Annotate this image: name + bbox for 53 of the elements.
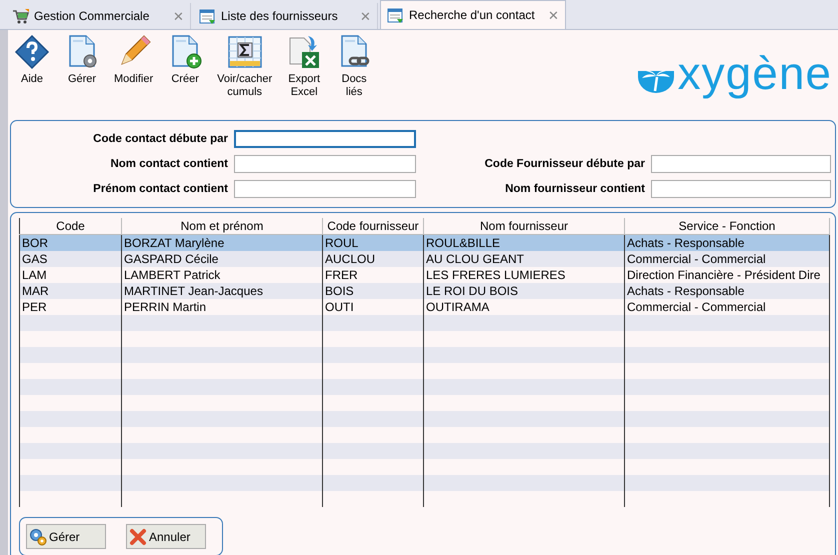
table-cell: GASPARD Cécile — [122, 251, 322, 267]
table-cell: ROUL&BILLE — [424, 234, 624, 251]
gears-icon — [29, 528, 47, 546]
cancel-button[interactable]: Annuler — [126, 524, 206, 549]
field-label: Code Fournisseur débute par — [484, 158, 645, 170]
cross-icon — [129, 528, 147, 546]
toolbar-button[interactable]: Gérer — [64, 34, 100, 86]
table-cell: BOIS — [322, 283, 424, 299]
toolbar-button[interactable]: Modifier — [114, 34, 154, 86]
table-cell: AU CLOU GEANT — [424, 251, 624, 267]
field-label: Nom contact contient — [109, 158, 228, 170]
input-field[interactable] — [234, 180, 416, 198]
table-row[interactable]: GAS GASPARD Cécile AUCLOU AU CLOU GEANT Commercial - Commercial — [20, 251, 830, 267]
table-cell: MARTINET Jean-Jacques — [122, 283, 322, 299]
table-cell: GAS — [20, 251, 122, 267]
table-cell: ROUL — [322, 234, 424, 251]
table-cell: MAR — [20, 283, 122, 299]
input-field[interactable] — [234, 130, 416, 148]
logo-text: xygène — [678, 50, 832, 96]
toolbar-button[interactable]: Export Excel — [286, 34, 322, 99]
table-cell: Commercial - Commercial — [624, 251, 830, 267]
toolbar-button[interactable]: Docs liés — [336, 34, 372, 99]
table-cell: BOR — [20, 234, 122, 251]
manage-button[interactable]: Gérer — [26, 524, 106, 549]
field-label: Nom fournisseur contient — [504, 183, 645, 195]
list-icon — [199, 8, 216, 24]
table-row[interactable]: BOR BORZAT Marylène ROUL ROUL&BILLE Achats - Responsable — [20, 234, 830, 251]
tab[interactable]: Recherche d'un contact ✕ — [380, 0, 566, 29]
sigma-icon — [226, 34, 263, 70]
input-field[interactable] — [234, 155, 416, 173]
field-label: Code contact débute par — [92, 133, 228, 145]
toolbar-button[interactable]: Aide — [14, 34, 50, 86]
table-cell: Achats - Responsable — [624, 234, 830, 251]
list-icon — [387, 6, 404, 24]
table-cell: LE ROI DU BOIS — [424, 283, 624, 299]
table-cell: AUCLOU — [322, 251, 424, 267]
column-header[interactable]: Code fournisseur — [322, 218, 424, 234]
tab[interactable]: Liste des fournisseurs ✕ — [193, 3, 378, 29]
column-header[interactable]: Nom et prénom — [122, 218, 322, 234]
table-cell: Achats - Responsable — [624, 283, 830, 299]
column-header[interactable]: Code — [20, 218, 122, 234]
input-field[interactable] — [651, 180, 831, 198]
field-label: Prénom contact contient — [92, 183, 228, 195]
input-field[interactable] — [651, 155, 831, 173]
column-header[interactable]: Service - Fonction — [624, 218, 830, 234]
table-row[interactable]: MAR MARTINET Jean-Jacques BOIS LE ROI DU BOIS Achats - Responsable — [20, 283, 830, 299]
tab[interactable]: Gestion Commerciale ✕ — [6, 3, 191, 29]
toolbar-button[interactable]: Voir/cacher cumuls — [217, 34, 272, 99]
column-header[interactable]: Nom fournisseur — [424, 218, 624, 234]
help-icon — [14, 34, 50, 70]
table-cell: BORZAT Marylène — [122, 234, 322, 251]
toolbar-button[interactable]: Créer — [167, 34, 204, 86]
cart-icon — [12, 8, 29, 24]
